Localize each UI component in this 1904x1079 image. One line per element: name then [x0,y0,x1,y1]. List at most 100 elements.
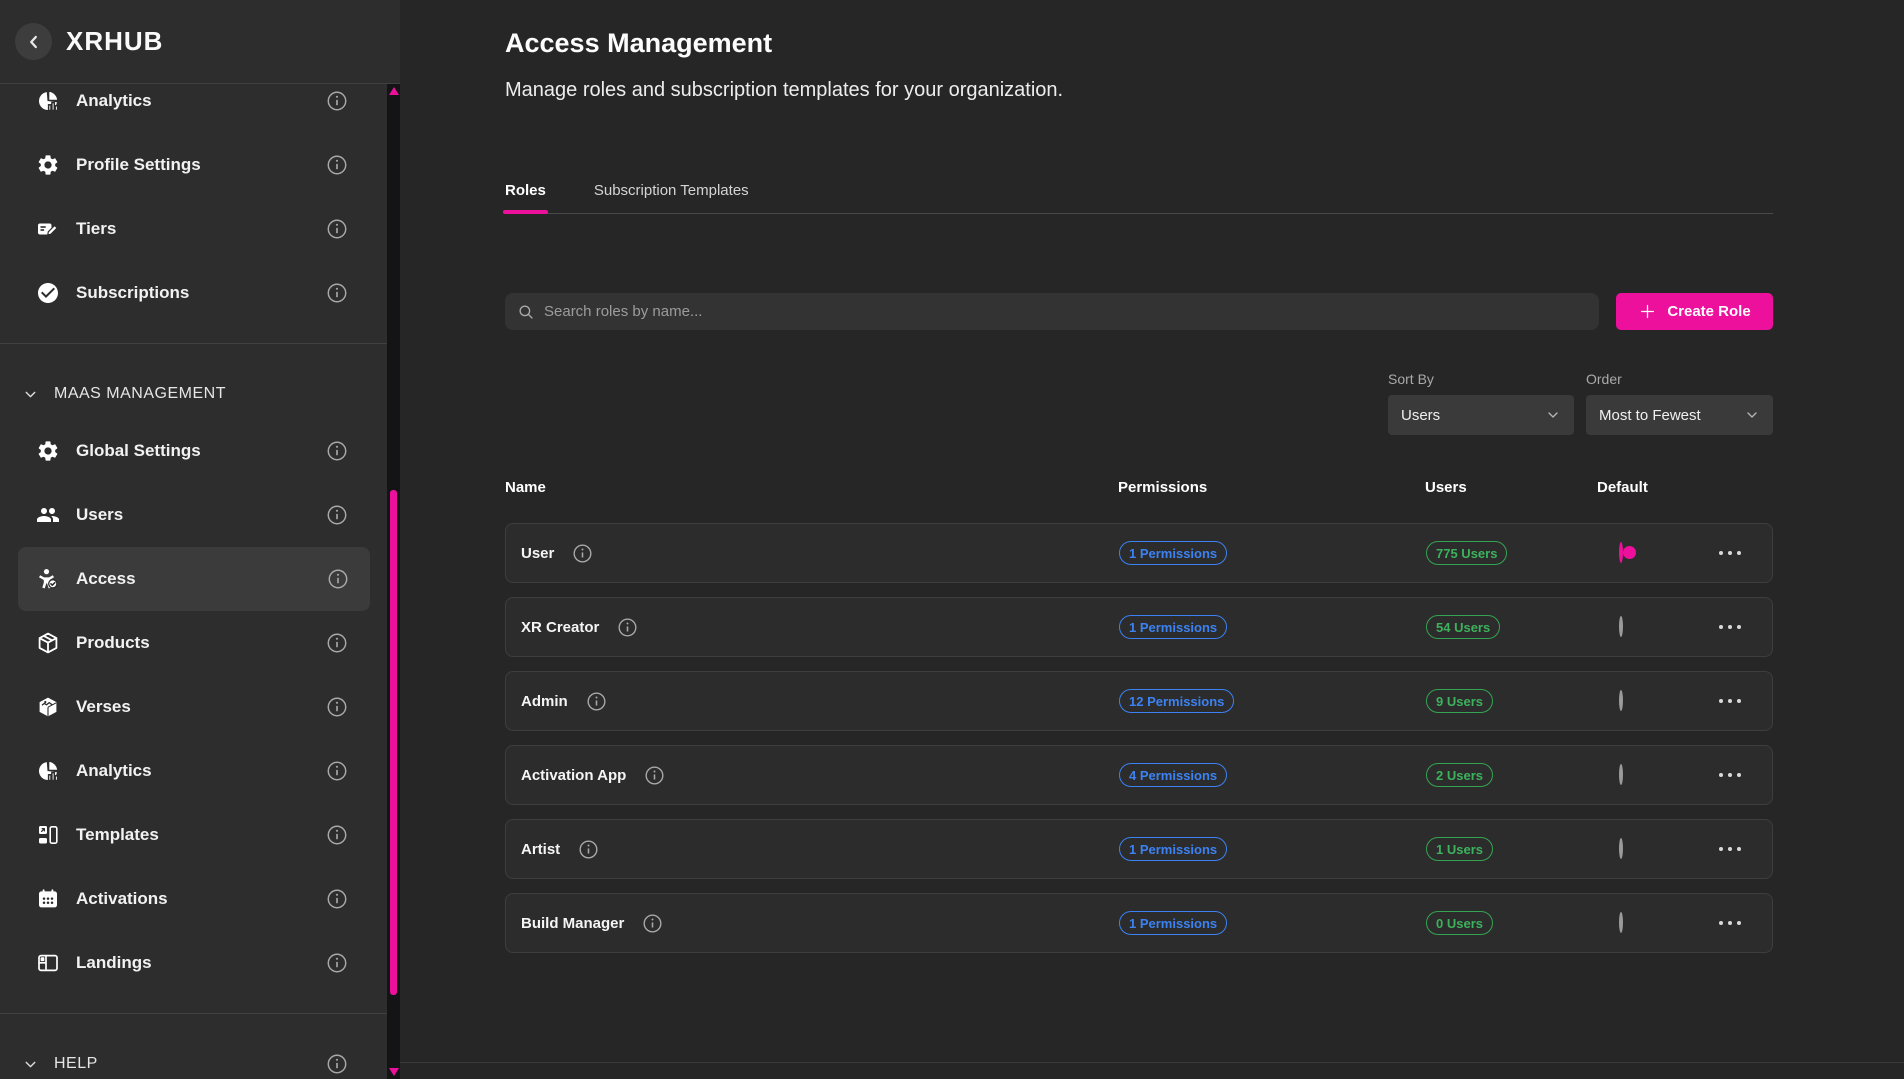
users-badge[interactable]: 0 Users [1426,911,1493,935]
sidebar-item-landings[interactable]: Landings [0,931,387,995]
info-icon[interactable] [578,839,599,860]
permissions-badge[interactable]: 4 Permissions [1119,763,1227,787]
info-icon[interactable] [326,218,348,240]
analytics-icon [36,759,60,783]
column-header-default: Default [1597,479,1718,496]
info-icon[interactable] [644,765,665,786]
info-icon[interactable] [326,1053,348,1075]
page-title: Access Management [505,28,1773,59]
users-badge[interactable]: 1 Users [1426,837,1493,861]
tab-roles[interactable]: Roles [505,182,546,199]
sidebar-item-subscriptions[interactable]: Subscriptions [0,261,387,325]
roles-table: User 1 Permissions 775 Users XR Creator … [505,523,1773,953]
row-menu-ellipsis-icon[interactable] [1719,691,1772,711]
chevron-down-icon [1744,407,1760,423]
chevron-down-icon [22,386,39,403]
table-row[interactable]: Artist 1 Permissions 1 Users [505,819,1773,879]
row-menu-ellipsis-icon[interactable] [1719,913,1772,933]
chevron-down-icon [22,1056,39,1073]
toolbar: Create Role [505,293,1773,330]
info-icon[interactable] [572,543,593,564]
create-role-button[interactable]: Create Role [1616,293,1773,330]
sort-controls: Sort By Users Order Most to Fewest [505,371,1773,435]
scrollbar-down-arrow[interactable] [389,1068,399,1076]
users-badge[interactable]: 2 Users [1426,763,1493,787]
info-icon[interactable] [617,617,638,638]
info-icon[interactable] [642,913,663,934]
sidebar-item-access[interactable]: Access [18,547,370,611]
sidebar-divider [0,343,387,344]
search-icon [517,303,535,321]
users-badge[interactable]: 775 Users [1426,541,1507,565]
info-icon[interactable] [326,632,348,654]
bottom-divider [400,1062,1904,1063]
info-icon[interactable] [326,824,348,846]
brand-title: XRHUB [66,26,163,57]
default-radio[interactable] [1619,690,1623,711]
card-edit-icon [36,217,60,241]
default-radio[interactable] [1619,838,1623,859]
sidebar-item-verses[interactable]: Verses [0,675,387,739]
info-icon[interactable] [586,691,607,712]
role-name: Artist [521,841,560,858]
search-box[interactable] [505,293,1599,330]
search-input[interactable] [544,303,1587,320]
sidebar-scrollbar[interactable] [387,84,400,1079]
info-icon[interactable] [326,696,348,718]
sidebar-item-templates[interactable]: Templates [0,803,387,867]
row-menu-ellipsis-icon[interactable] [1719,765,1772,785]
permissions-badge[interactable]: 1 Permissions [1119,541,1227,565]
sort-by-select[interactable]: Users [1388,395,1574,435]
table-row[interactable]: Admin 12 Permissions 9 Users [505,671,1773,731]
scrollbar-up-arrow[interactable] [389,87,399,95]
row-menu-ellipsis-icon[interactable] [1719,543,1772,563]
sidebar-header: XRHUB [0,0,400,84]
page-subtitle: Manage roles and subscription templates … [505,79,1773,102]
default-radio[interactable] [1619,616,1623,637]
info-icon[interactable] [326,90,348,112]
sidebar-item-products[interactable]: Products [0,611,387,675]
back-button[interactable] [15,23,52,60]
permissions-badge[interactable]: 1 Permissions [1119,615,1227,639]
role-name: Activation App [521,767,626,784]
section-header-help[interactable]: HELP [0,1039,387,1079]
row-menu-ellipsis-icon[interactable] [1719,839,1772,859]
default-radio[interactable] [1619,912,1623,933]
info-icon[interactable] [326,952,348,974]
table-row[interactable]: Build Manager 1 Permissions 0 Users [505,893,1773,953]
info-icon[interactable] [326,760,348,782]
permissions-badge[interactable]: 1 Permissions [1119,911,1227,935]
role-name: Admin [521,693,568,710]
sidebar-item-label: Profile Settings [76,155,310,175]
users-badge[interactable]: 9 Users [1426,689,1493,713]
scrollbar-thumb[interactable] [390,490,397,995]
sidebar-item-label: Users [76,505,310,525]
sidebar-item-analytics-maas[interactable]: Analytics [0,739,387,803]
default-radio[interactable] [1619,542,1623,563]
info-icon[interactable] [326,282,348,304]
row-menu-ellipsis-icon[interactable] [1719,617,1772,637]
sidebar-item-analytics[interactable]: Analytics [0,84,387,133]
users-badge[interactable]: 54 Users [1426,615,1500,639]
order-select[interactable]: Most to Fewest [1586,395,1773,435]
info-icon[interactable] [326,504,348,526]
tab-subscription-templates[interactable]: Subscription Templates [594,182,749,199]
info-icon[interactable] [326,440,348,462]
sidebar-item-users[interactable]: Users [0,483,387,547]
column-header-name: Name [505,479,1118,496]
sidebar-item-tiers[interactable]: Tiers [0,197,387,261]
sidebar-item-global-settings[interactable]: Global Settings [0,419,387,483]
tab-bar: Roles Subscription Templates [505,182,1773,214]
info-icon[interactable] [326,154,348,176]
permissions-badge[interactable]: 12 Permissions [1119,689,1234,713]
table-row[interactable]: XR Creator 1 Permissions 54 Users [505,597,1773,657]
table-row[interactable]: Activation App 4 Permissions 2 Users [505,745,1773,805]
info-icon[interactable] [326,888,348,910]
table-row[interactable]: User 1 Permissions 775 Users [505,523,1773,583]
default-radio[interactable] [1619,764,1623,785]
permissions-badge[interactable]: 1 Permissions [1119,837,1227,861]
section-header-maas-management[interactable]: MAAS MANAGEMENT [0,369,387,419]
sidebar-item-activations[interactable]: Activations [0,867,387,931]
sidebar-item-profile-settings[interactable]: Profile Settings [0,133,387,197]
info-icon[interactable] [327,568,349,590]
